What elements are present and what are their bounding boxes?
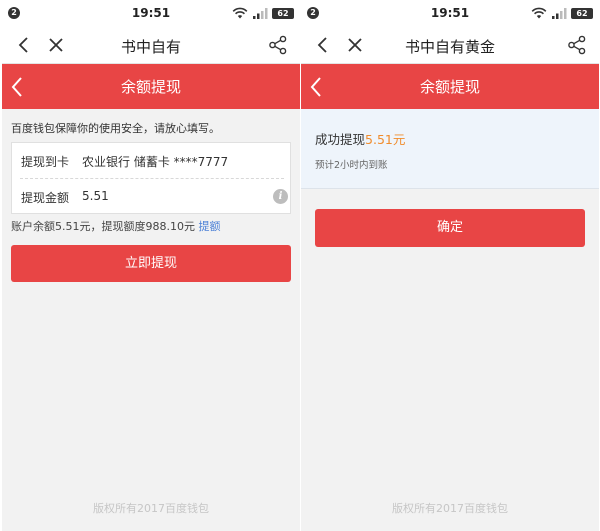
withdraw-form-screen: 2 19:51 62 书中自有 余额提现 百度钱包保障你的使用安全，请放心填写。… [2,0,300,531]
browser-toolbar: 书中自有黄金 [301,26,599,64]
arrival-note: 预计2小时内到账 [315,160,388,171]
browser-toolbar: 书中自有 [2,26,300,64]
page-header: 余额提现 [2,64,300,109]
status-bar: 2 19:51 62 [2,0,300,26]
status-bar: 2 19:51 62 [301,0,599,26]
balance-info: 账户余额5.51元，提现额度988.10元 提额 [11,218,220,234]
bank-card-value: 农业银行 储蓄卡 ****7777 [82,155,229,169]
wifi-icon [531,7,547,19]
info-icon[interactable]: i [273,189,288,204]
back-arrow-icon[interactable] [14,35,34,55]
browser-page-title: 书中自有黄金 [404,38,495,56]
page-header: 余额提现 [301,64,599,109]
signal-icon [552,8,567,19]
withdraw-now-button[interactable]: 立即提现 [11,245,291,282]
close-icon[interactable] [345,35,365,55]
security-hint: 百度钱包保障你的使用安全，请放心填写。 [11,122,220,135]
copyright-footer: 版权所有2017百度钱包 [93,502,209,515]
page-title: 余额提现 [120,78,181,96]
success-message: 成功提现5.51元 [315,129,405,148]
battery-icon: 62 [272,8,294,19]
amount-input[interactable]: 5.51 [82,189,109,203]
confirm-button[interactable]: 确定 [315,209,585,247]
success-amount: 5.51元 [365,132,406,147]
bank-card-label: 提现到卡 [21,155,70,169]
share-icon[interactable] [567,35,587,55]
page-title: 余额提现 [419,78,480,96]
copyright-footer: 版权所有2017百度钱包 [392,502,508,515]
raise-limit-link[interactable]: 提额 [198,220,220,233]
success-panel: 成功提现5.51元 预计2小时内到账 [301,109,599,189]
close-icon[interactable] [46,35,66,55]
browser-page-title: 书中自有 [120,38,181,56]
withdraw-form-card: 提现到卡 农业银行 储蓄卡 ****7777 提现金额 5.51 i [11,142,291,214]
success-prefix: 成功提现 [315,132,366,147]
wifi-icon [232,7,248,19]
screens: 2 19:51 62 书中自有 余额提现 百度钱包保障你的使用安全，请放心填写。… [0,0,600,531]
bank-card-row[interactable]: 提现到卡 农业银行 储蓄卡 ****7777 [12,143,292,179]
withdraw-success-screen: 2 19:51 62 书中自有黄金 余额提现 成功提现5.51元 预计2小时内到… [301,0,599,531]
amount-row: 提现金额 5.51 i [12,179,292,215]
signal-icon [253,8,268,19]
share-icon[interactable] [268,35,288,55]
battery-icon: 62 [571,8,593,19]
amount-label: 提现金额 [21,191,70,205]
balance-text: 账户余额5.51元，提现额度988.10元 [11,220,195,233]
back-arrow-icon[interactable] [313,35,333,55]
